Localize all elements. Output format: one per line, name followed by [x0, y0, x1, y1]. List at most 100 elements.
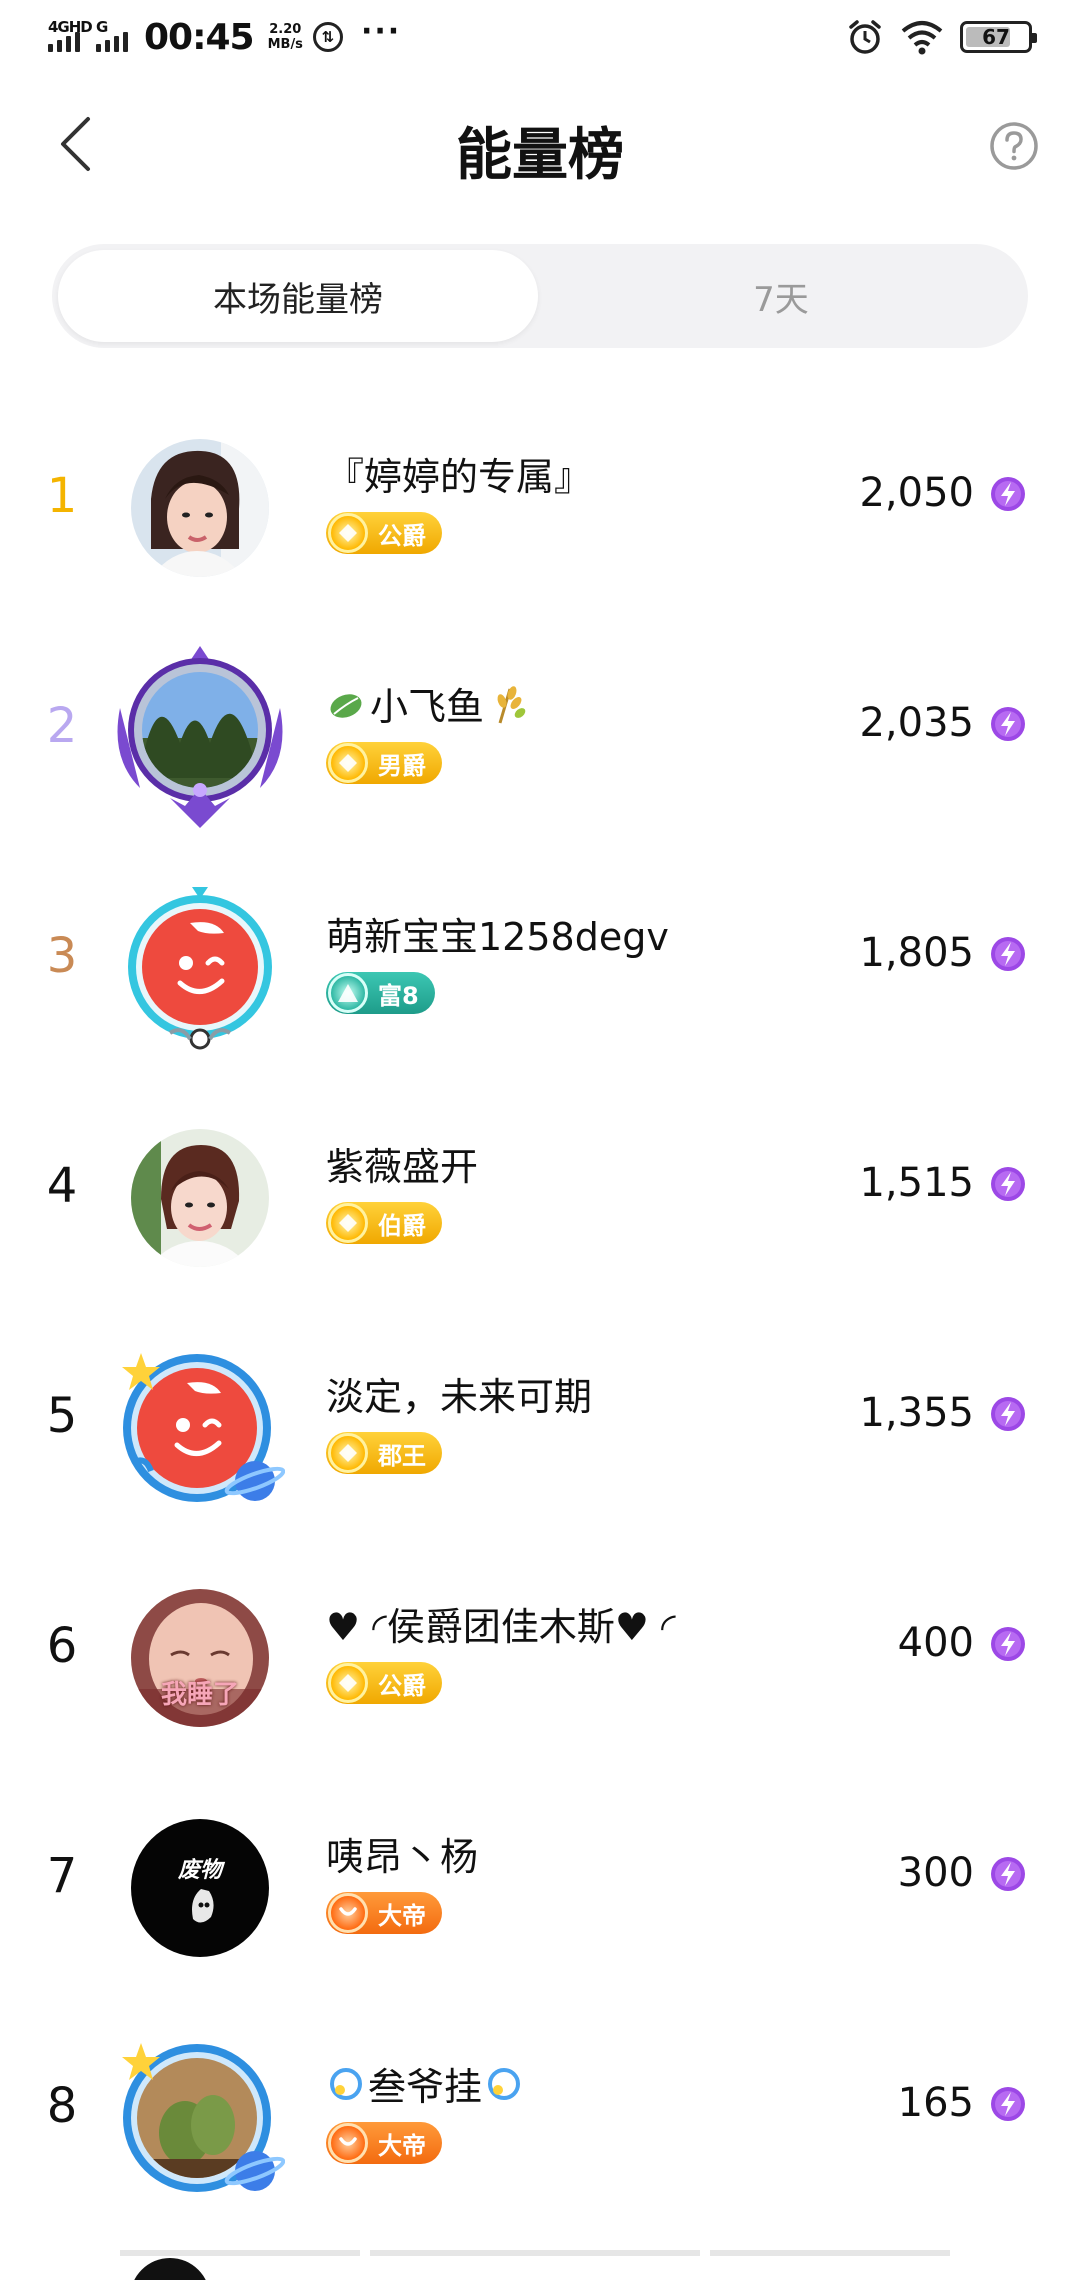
- partial-avatar: [130, 2258, 210, 2280]
- leaf-icon: [330, 693, 362, 718]
- badge-label: 郡王: [378, 1441, 426, 1470]
- rank-number: 6: [46, 1618, 78, 1674]
- badge-diamond-icon: [328, 1203, 368, 1243]
- badge-shield-icon: [328, 1893, 368, 1933]
- user-name: 咦昂丶杨: [326, 1835, 479, 1879]
- badge-diamond-icon: [328, 743, 368, 783]
- battery-icon: 67: [960, 21, 1037, 53]
- avatar-ghost-icon: [131, 1819, 269, 1957]
- ranking-row[interactable]: 4 紫薇盛开 伯爵 1,515: [0, 1098, 1080, 1328]
- alarm-icon: [849, 20, 881, 54]
- avatar[interactable]: [100, 638, 300, 838]
- user-name: 淡定，未来可期: [326, 1375, 593, 1419]
- status-left: 4GHD G 00:45 2.20 MB/s ⇅ ···: [48, 12, 401, 62]
- partial-next-row: [0, 2250, 1080, 2280]
- energy-icon: [991, 477, 1025, 511]
- energy-score: 1,515: [859, 1160, 974, 1206]
- avatar-frame-photo-icon: [122, 2043, 285, 2192]
- energy-icon: [991, 1627, 1025, 1661]
- level-badge: 大帝: [326, 1892, 442, 1934]
- speed-value: 2.20: [269, 22, 302, 37]
- tab-this-session[interactable]: 本场能量榜: [58, 250, 538, 342]
- energy-icon: [991, 707, 1025, 741]
- wheat-icon: [497, 685, 526, 723]
- energy-score: 165: [897, 2080, 974, 2126]
- energy-icon: [991, 1397, 1025, 1431]
- badge-diamond-icon: [328, 1433, 368, 1473]
- ranking-row[interactable]: 1 『婷婷的专属』 公爵 2,050: [0, 408, 1080, 638]
- avatar[interactable]: [100, 1098, 300, 1298]
- tab-bar: 本场能量榜 7天: [52, 244, 1028, 348]
- badge-label: 大帝: [378, 2131, 426, 2160]
- signal-icon-2: G: [96, 18, 128, 52]
- wifi-icon: [901, 21, 943, 55]
- rank-number: 2: [46, 698, 78, 754]
- avatar[interactable]: 废物: [100, 1788, 300, 1988]
- rank-number: 4: [46, 1158, 78, 1214]
- level-badge: 富8: [326, 972, 435, 1014]
- divider: [370, 2250, 700, 2256]
- user-name: 紫薇盛开: [326, 1145, 479, 1189]
- energy-score: 1,805: [859, 930, 974, 976]
- badge-triangle-icon: [328, 973, 368, 1013]
- avatar[interactable]: [100, 2018, 300, 2218]
- avatar[interactable]: [100, 408, 300, 608]
- ranking-row[interactable]: 5 淡定，未来可期 郡王 1,355: [0, 1328, 1080, 1558]
- user-name-text: 小飞鱼: [370, 685, 485, 729]
- avatar-frame-icon: [117, 646, 283, 828]
- user-name: 『婷婷的专属』: [326, 455, 593, 499]
- more-notifications-icon: ···: [360, 13, 402, 49]
- signal-icon: 4GHD: [48, 18, 93, 52]
- user-name: 叁爷挂: [326, 2056, 524, 2111]
- help-button[interactable]: [982, 114, 1046, 178]
- ranking-row[interactable]: 2 小飞鱼 男爵 2,035: [0, 638, 1080, 868]
- energy-icon: [991, 1857, 1025, 1891]
- status-right: 67: [846, 14, 1037, 60]
- ranking-row[interactable]: 6 我睡了 ♥ ◜侯爵团佳木斯♥ ◜ 公爵 400: [0, 1558, 1080, 1788]
- level-badge: 公爵: [326, 512, 442, 554]
- ranking-row[interactable]: 7 废物 咦昂丶杨 大帝 300: [0, 1788, 1080, 2018]
- badge-shield-icon: [328, 2123, 368, 2163]
- rank-number: 5: [46, 1388, 78, 1444]
- default-avatar-icon: [128, 887, 272, 1050]
- ranking-row[interactable]: 3 萌新宝宝1258degv 富8 1,805: [0, 868, 1080, 1098]
- badge-label: 大帝: [378, 1901, 426, 1930]
- page-title: 能量榜: [456, 123, 624, 188]
- speed-unit: MB/s: [267, 37, 303, 52]
- badge-label: 男爵: [378, 751, 426, 780]
- status-bar: 4GHD G 00:45 2.20 MB/s ⇅ ··· 67: [0, 0, 1080, 72]
- status-time: 00:45: [144, 16, 255, 58]
- rank-number: 7: [46, 1848, 78, 1904]
- level-badge: 公爵: [326, 1662, 442, 1704]
- tab-7-days[interactable]: 7天: [540, 250, 1022, 342]
- badge-label: 公爵: [378, 521, 426, 550]
- avatar[interactable]: 我睡了: [100, 1558, 300, 1758]
- divider: [710, 2250, 950, 2256]
- avatar-caption: 废物: [177, 1858, 222, 1883]
- avatar-photo-icon: [131, 1129, 269, 1267]
- user-name: 萌新宝宝1258degv: [326, 915, 669, 959]
- energy-score: 2,050: [859, 470, 974, 516]
- ranking-list: 1 『婷婷的专属』 公爵 2,050 2 小飞鱼 男爵 2,035 3 萌新宝宝…: [0, 408, 1080, 2248]
- rank-number: 8: [46, 2078, 78, 2134]
- energy-score: 400: [897, 1620, 974, 1666]
- divider: [120, 2250, 360, 2256]
- header: 能量榜: [0, 84, 1080, 204]
- question-icon: [990, 122, 1038, 170]
- energy-score: 2,035: [859, 700, 974, 746]
- user-name-text: 叁爷挂: [368, 2065, 483, 2109]
- network-type-label: 4GHD: [48, 18, 93, 36]
- rank-number: 3: [46, 928, 78, 984]
- battery-level: 67: [982, 25, 1010, 49]
- badge-label: 公爵: [378, 1671, 426, 1700]
- level-badge: 郡王: [326, 1432, 442, 1474]
- avatar-photo-icon: [131, 439, 269, 577]
- avatar[interactable]: [100, 868, 300, 1068]
- energy-score: 1,355: [859, 1390, 974, 1436]
- energy-icon: [991, 937, 1025, 971]
- ranking-row[interactable]: 8 叁爷挂 大帝 165: [0, 2018, 1080, 2248]
- energy-score: 300: [897, 1850, 974, 1896]
- rank-number: 1: [46, 468, 78, 524]
- avatar[interactable]: [100, 1328, 300, 1528]
- badge-diamond-icon: [328, 1663, 368, 1703]
